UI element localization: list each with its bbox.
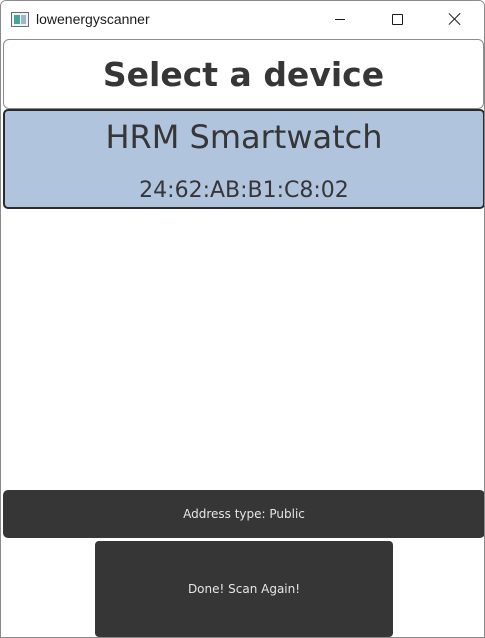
device-address: 24:62:AB:B1:C8:02: [139, 178, 349, 203]
page-title: Select a device: [102, 54, 385, 94]
address-type-label: Address type: Public: [183, 507, 305, 521]
minimize-button[interactable]: [317, 1, 363, 37]
scan-again-button[interactable]: Done! Scan Again!: [95, 541, 393, 637]
maximize-icon: [391, 13, 403, 25]
device-list-item[interactable]: HRM Smartwatch 24:62:AB:B1:C8:02: [3, 109, 484, 209]
app-window: lowenergyscanner Select a device HRM Sma…: [0, 0, 485, 638]
close-icon: [449, 13, 461, 25]
device-name: HRM Smartwatch: [105, 118, 383, 156]
address-type-button[interactable]: Address type: Public: [3, 490, 484, 538]
scan-again-label: Done! Scan Again!: [187, 582, 301, 596]
app-window-icon: [11, 12, 29, 27]
title-bar[interactable]: lowenergyscanner: [1, 1, 484, 39]
header-panel: Select a device: [3, 39, 484, 109]
close-button[interactable]: [432, 1, 478, 37]
window-title: lowenergyscanner: [36, 11, 150, 27]
minimize-icon: [335, 18, 345, 20]
maximize-button[interactable]: [374, 1, 420, 37]
